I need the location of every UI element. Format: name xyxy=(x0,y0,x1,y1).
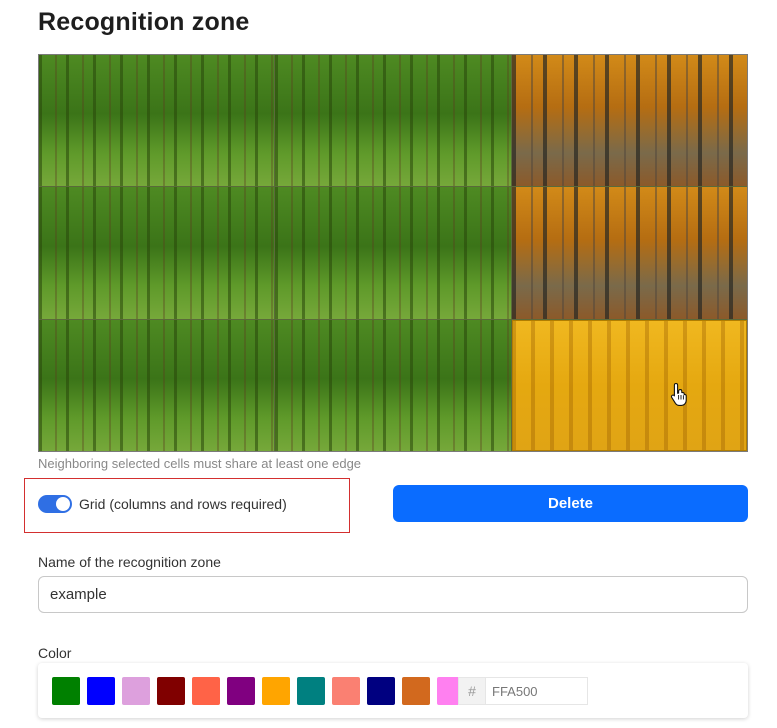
zone-cell-green[interactable] xyxy=(39,319,275,451)
zone-cell-autumn[interactable] xyxy=(511,55,747,187)
zone-grid xyxy=(39,55,747,451)
delete-button[interactable]: Delete xyxy=(393,485,748,522)
color-swatch[interactable] xyxy=(297,677,325,705)
zone-name-input[interactable] xyxy=(38,576,748,613)
color-swatch[interactable] xyxy=(227,677,255,705)
grid-toggle-label: Grid (columns and rows required) xyxy=(79,496,287,512)
hash-prefix: # xyxy=(458,677,486,705)
hex-color-field: # xyxy=(458,677,588,705)
toggle-knob xyxy=(56,497,70,511)
color-swatch[interactable] xyxy=(367,677,395,705)
selection-hint: Neighboring selected cells must share at… xyxy=(38,456,362,471)
color-swatch[interactable] xyxy=(402,677,430,705)
hex-color-input[interactable] xyxy=(486,677,588,705)
color-swatch[interactable] xyxy=(332,677,360,705)
color-palette: # xyxy=(38,663,748,718)
zone-cell-green[interactable] xyxy=(275,187,511,319)
zone-name-label: Name of the recognition zone xyxy=(38,554,221,570)
grid-toggle-switch[interactable] xyxy=(38,495,72,513)
color-swatch[interactable] xyxy=(262,677,290,705)
color-swatches xyxy=(52,677,465,705)
zone-cell-autumn[interactable] xyxy=(511,187,747,319)
zone-cell-green[interactable] xyxy=(39,187,275,319)
zone-cell-green[interactable] xyxy=(275,319,511,451)
zone-cell-selected[interactable] xyxy=(511,319,747,451)
color-label: Color xyxy=(38,645,72,661)
color-swatch[interactable] xyxy=(157,677,185,705)
color-swatch[interactable] xyxy=(192,677,220,705)
zone-cell-green[interactable] xyxy=(275,55,511,187)
color-swatch[interactable] xyxy=(122,677,150,705)
page-title: Recognition zone xyxy=(38,8,250,36)
color-swatch[interactable] xyxy=(52,677,80,705)
hand-pointer-icon xyxy=(670,382,687,406)
zone-cell-green[interactable] xyxy=(39,55,275,187)
color-swatch[interactable] xyxy=(87,677,115,705)
recognition-zone-image xyxy=(38,54,748,452)
